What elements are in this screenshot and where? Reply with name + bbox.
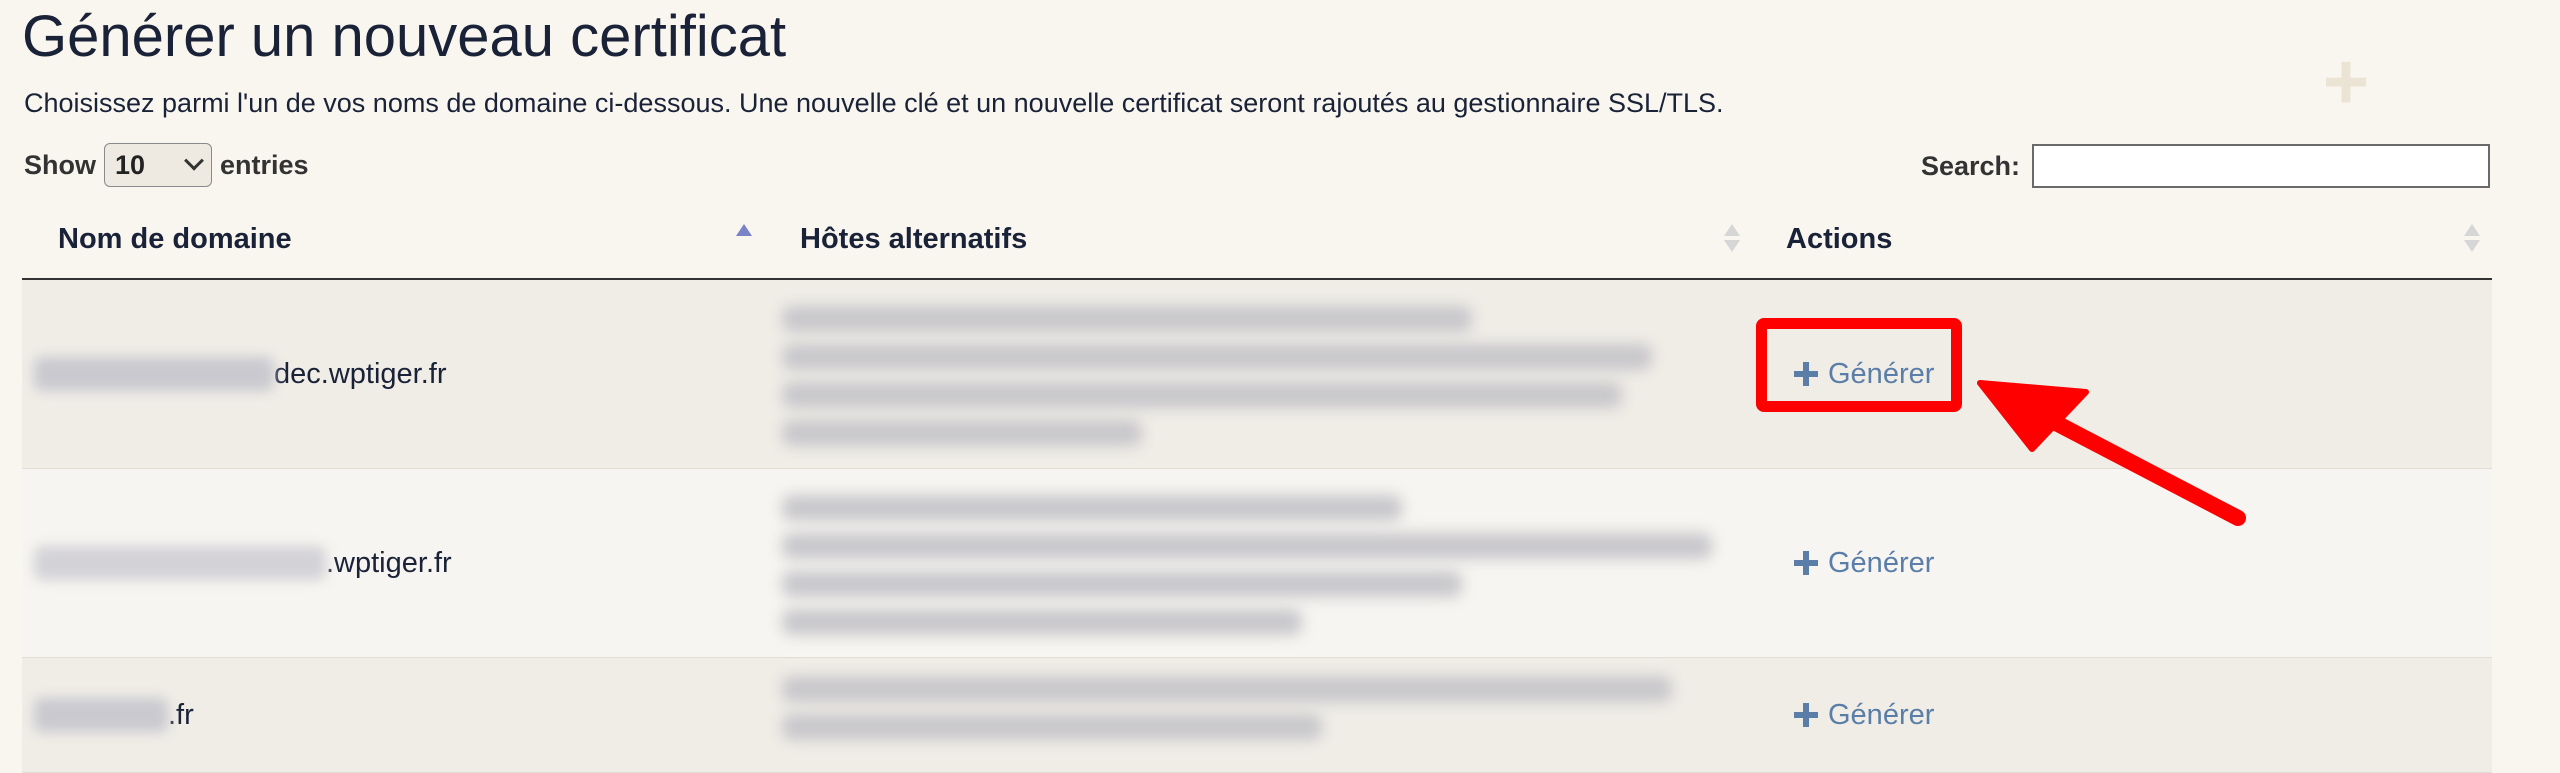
- annotation-arrow-icon: [1977, 380, 2246, 526]
